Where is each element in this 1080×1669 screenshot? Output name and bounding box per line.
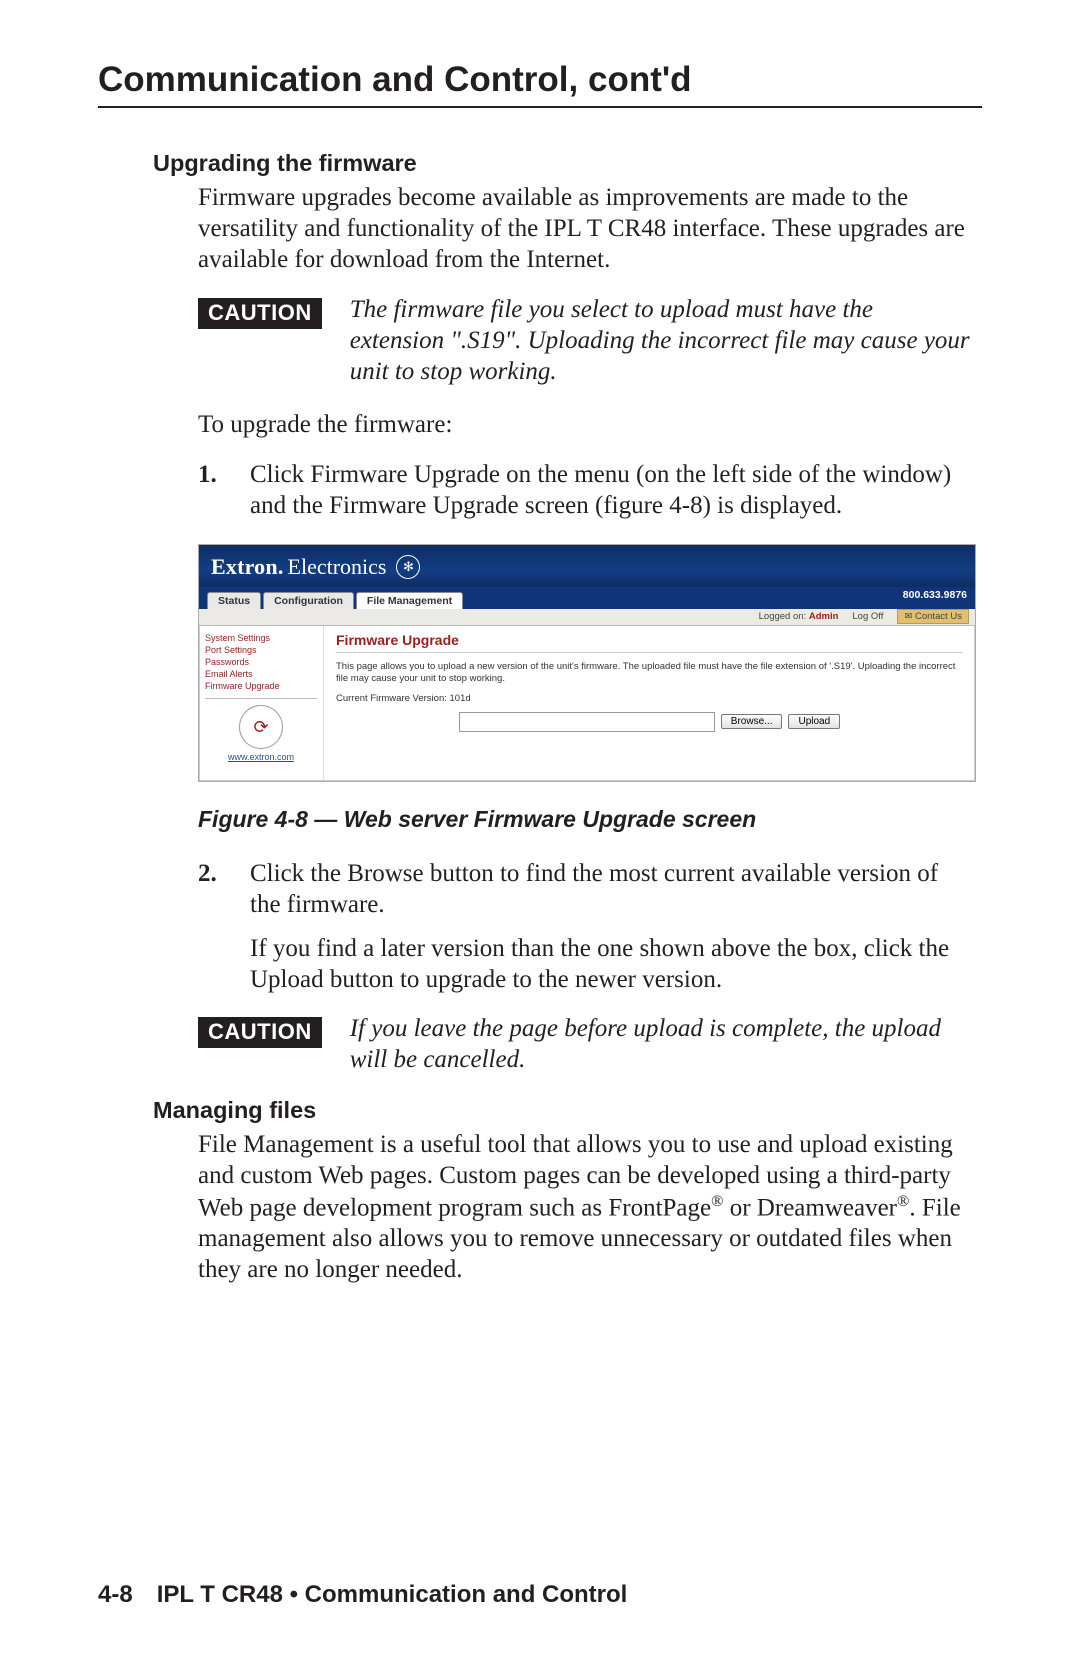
- upload-row: Browse... Upload: [336, 712, 963, 732]
- phone-number: 800.633.9876: [903, 589, 967, 601]
- logged-user: Admin: [809, 611, 839, 622]
- firmware-description: This page allows you to upload a new ver…: [336, 661, 963, 685]
- section-managing-body: File Management is a useful tool that al…: [198, 1130, 970, 1285]
- upload-button[interactable]: Upload: [788, 714, 840, 729]
- tab-bar: Status Configuration File Management 800…: [199, 587, 975, 609]
- caution-2-text: If you leave the page before upload is c…: [350, 1014, 970, 1076]
- section-managing-heading: Managing files: [153, 1097, 982, 1124]
- sidebar-item-email[interactable]: Email Alerts: [205, 668, 317, 680]
- brand-electronics: Electronics: [288, 554, 387, 580]
- reg-mark-icon: ®: [897, 1192, 909, 1210]
- sidebar-item-system[interactable]: System Settings: [205, 632, 317, 644]
- page-footer: 4-8 IPL T CR48 • Communication and Contr…: [98, 1581, 627, 1609]
- logo-icon: ✻: [396, 555, 420, 579]
- sidebar-item-passwords[interactable]: Passwords: [205, 656, 317, 668]
- to-upgrade-intro: To upgrade the firmware:: [198, 410, 970, 441]
- tab-status[interactable]: Status: [207, 592, 261, 609]
- sidebar-url[interactable]: www.extron.com: [205, 751, 317, 763]
- main-rule: [336, 652, 963, 653]
- sidebar-rule: [205, 698, 317, 699]
- step-number: 2.: [198, 859, 228, 921]
- caution-1-text: The firmware file you select to upload m…: [350, 295, 970, 387]
- brand-extron: Extron.: [211, 554, 284, 580]
- file-path-input[interactable]: [459, 712, 715, 732]
- sidebar-logo-icon: ⟳: [239, 705, 283, 749]
- firmware-heading: Firmware Upgrade: [336, 632, 963, 648]
- tab-file-management[interactable]: File Management: [356, 592, 463, 609]
- tab-configuration[interactable]: Configuration: [263, 592, 354, 609]
- figure-caption: Figure 4-8 — Web server Firmware Upgrade…: [198, 806, 982, 833]
- step-number: 1.: [198, 460, 228, 522]
- reg-mark-icon: ®: [711, 1192, 723, 1210]
- page-number: 4-8: [98, 1581, 133, 1608]
- title-rule: [98, 106, 982, 108]
- caution-badge: CAUTION: [198, 1017, 322, 1048]
- caution-2: CAUTION If you leave the page before upl…: [198, 1014, 970, 1076]
- footer-title: IPL T CR48 • Communication and Control: [157, 1581, 628, 1608]
- chapter-title: Communication and Control, cont'd: [98, 60, 982, 100]
- section-upgrading-heading: Upgrading the firmware: [153, 150, 982, 177]
- status-bar: Logged on: Admin Log Off ✉ Contact Us: [199, 609, 975, 626]
- step-1-text: Click Firmware Upgrade on the menu (on t…: [250, 460, 970, 522]
- browse-button[interactable]: Browse...: [721, 714, 783, 729]
- figure-4-8: Extron. Electronics ✻ Status Configurati…: [198, 544, 976, 782]
- step-2-followup: If you find a later version than the one…: [250, 934, 970, 996]
- sidebar-item-firmware[interactable]: Firmware Upgrade: [205, 680, 317, 692]
- sidebar-item-port[interactable]: Port Settings: [205, 644, 317, 656]
- main-panel: Firmware Upgrade This page allows you to…: [324, 626, 975, 781]
- firmware-version: Current Firmware Version: 101d: [336, 693, 963, 704]
- logged-on-label: Logged on: Admin: [759, 611, 839, 622]
- step-2: 2. Click the Browse button to find the m…: [198, 859, 970, 921]
- step-2-text: Click the Browse button to find the most…: [250, 859, 970, 921]
- section-upgrading-body: Firmware upgrades become available as im…: [198, 183, 970, 275]
- logoff-link[interactable]: Log Off: [852, 611, 883, 622]
- caution-badge: CAUTION: [198, 298, 322, 329]
- sidebar: System Settings Port Settings Passwords …: [199, 626, 324, 781]
- app-banner: Extron. Electronics ✻: [199, 545, 975, 587]
- caution-1: CAUTION The firmware file you select to …: [198, 295, 970, 387]
- contact-us-link[interactable]: ✉ Contact Us: [897, 609, 969, 624]
- step-1: 1. Click Firmware Upgrade on the menu (o…: [198, 460, 970, 522]
